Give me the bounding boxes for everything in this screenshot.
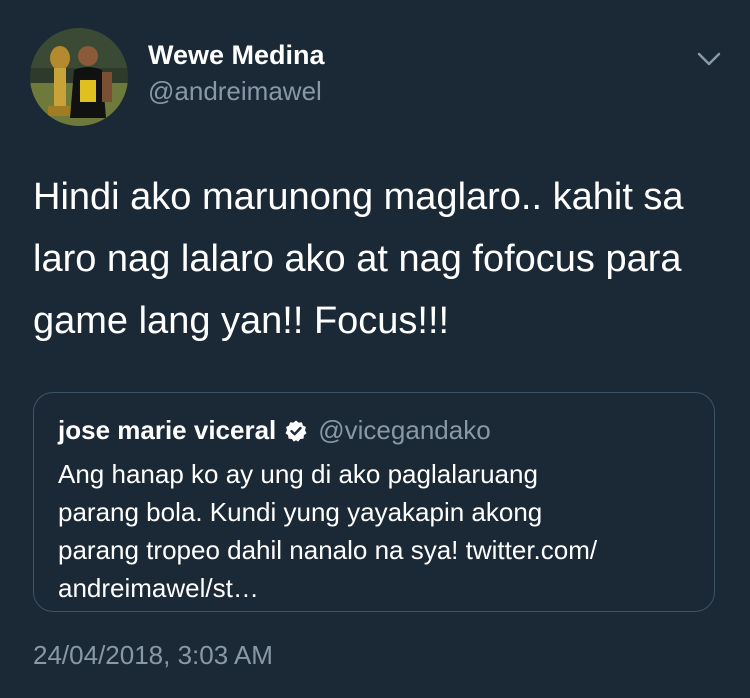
quoted-tweet-card[interactable]: jose marie viceral @vicegandako Ang hana… bbox=[33, 392, 715, 612]
tweet-timestamp[interactable]: 24/04/2018, 3:03 AM bbox=[33, 640, 273, 671]
verified-badge-icon bbox=[284, 419, 308, 443]
quoted-tweet-text: Ang hanap ko ay ung di ako paglalaruang … bbox=[58, 459, 598, 603]
tweet-text: Hindi ako marunong maglaro.. kahit sa la… bbox=[33, 176, 684, 342]
profile-photo-icon bbox=[30, 28, 128, 126]
author-handle[interactable]: @andreimawel bbox=[148, 76, 322, 107]
quoted-author-display-name: jose marie viceral bbox=[58, 415, 277, 445]
author-display-name[interactable]: Wewe Medina bbox=[148, 40, 325, 71]
chevron-down-icon[interactable] bbox=[694, 46, 724, 72]
avatar[interactable] bbox=[30, 28, 128, 126]
tweet: Wewe Medina @andreimawel Hindi ako marun… bbox=[0, 0, 750, 698]
quoted-tweet-header: jose marie viceral @vicegandako bbox=[58, 415, 491, 446]
quoted-author-handle: @vicegandako bbox=[318, 415, 491, 445]
